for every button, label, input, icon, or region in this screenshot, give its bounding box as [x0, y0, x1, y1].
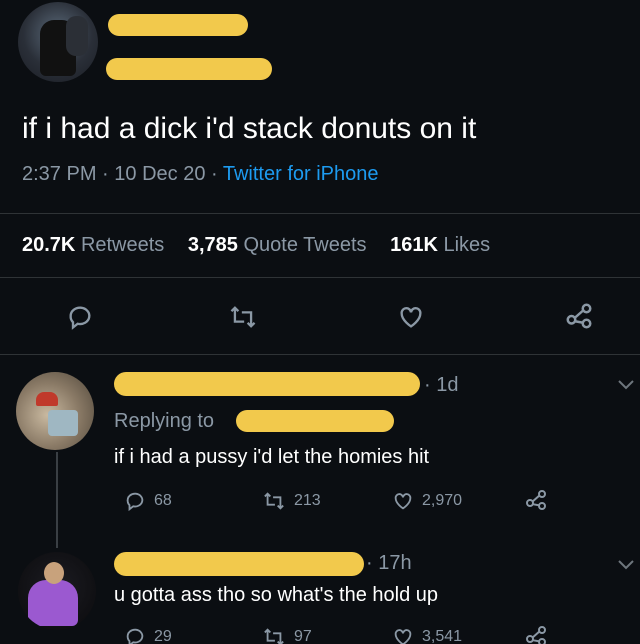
- reply-icon: [126, 492, 144, 512]
- tweet-time[interactable]: 2:37 PM: [22, 163, 96, 185]
- retweet-icon: [264, 492, 284, 510]
- tweet-text: if i had a dick i'd stack donuts on it: [22, 112, 477, 145]
- reply-icon: [69, 306, 91, 330]
- divider: [0, 213, 640, 214]
- retweet-icon: [264, 628, 284, 644]
- reply-button[interactable]: [66, 303, 94, 331]
- reply-avatar[interactable]: [16, 372, 94, 450]
- chevron-down-icon[interactable]: [616, 558, 636, 572]
- divider: [0, 354, 640, 355]
- reply-share-button[interactable]: [524, 624, 548, 644]
- tweet-date[interactable]: 10 Dec 20: [114, 163, 205, 185]
- share-icon: [526, 490, 546, 510]
- like-icon: [400, 307, 422, 328]
- tweet-stats: 20.7K Retweets 3,785 Quote Tweets 161K L…: [22, 234, 490, 257]
- quotes-label: Quote Tweets: [243, 234, 367, 256]
- likes-count: 161K: [390, 234, 438, 256]
- divider: [0, 277, 640, 278]
- reply-avatar[interactable]: [18, 552, 96, 630]
- avatar-figure-2: [66, 16, 88, 56]
- author-avatar[interactable]: [18, 2, 98, 82]
- redacted-replying-handle: [236, 410, 394, 432]
- reply-share-button[interactable]: [524, 488, 548, 512]
- reply-text: if i had a pussy i'd let the homies hit: [114, 446, 430, 468]
- likes-label: Likes: [443, 234, 491, 256]
- retweet-button[interactable]: [228, 303, 258, 331]
- retweet-icon: [230, 306, 256, 328]
- tweet-meta: 2:37 PM · 10 Dec 20 · Twitter for iPhone: [22, 163, 378, 186]
- reply-retweet-button[interactable]: 97: [262, 626, 312, 644]
- retweet-count: 213: [294, 492, 321, 509]
- share-icon: [526, 626, 546, 644]
- redacted-reply-name: [114, 552, 364, 576]
- meta-separator: ·: [102, 163, 115, 185]
- reply-retweet-button[interactable]: 213: [262, 490, 321, 512]
- avatar-head: [44, 562, 64, 584]
- retweets-count: 20.7K: [22, 234, 76, 256]
- reply-text: u gotta ass tho so what's the hold up: [114, 584, 439, 606]
- retweets-label: Retweets: [80, 234, 165, 256]
- redacted-display-name: [108, 14, 248, 36]
- meta-separator: ·: [211, 163, 223, 185]
- retweets-stat[interactable]: 20.7K Retweets: [22, 234, 164, 256]
- replying-label: Replying to: [114, 410, 215, 432]
- replying-to: Replying to: [114, 410, 214, 433]
- quotes-count: 3,785: [187, 234, 238, 256]
- likes-stat[interactable]: 161K Likes: [390, 234, 490, 256]
- share-button[interactable]: [563, 301, 595, 331]
- redacted-username: [106, 58, 272, 80]
- quotes-stat[interactable]: 3,785 Quote Tweets: [188, 234, 367, 256]
- thread-line: [56, 452, 58, 548]
- avatar-detail: [48, 410, 78, 436]
- reply-like-button[interactable]: 3,541: [392, 626, 462, 644]
- chevron-down-icon[interactable]: [616, 378, 636, 392]
- avatar-hat: [36, 392, 58, 406]
- like-icon: [394, 493, 412, 510]
- retweet-count: 97: [294, 628, 312, 644]
- reply-count: 29: [154, 628, 172, 644]
- like-button[interactable]: [397, 303, 425, 331]
- reply-time[interactable]: · 1d: [424, 374, 458, 397]
- avatar-figure: [28, 580, 78, 626]
- reply-icon: [126, 628, 144, 644]
- reply-count: 68: [154, 492, 172, 509]
- reply-like-button[interactable]: 2,970: [392, 490, 462, 512]
- like-count: 3,541: [422, 628, 463, 644]
- reply-time[interactable]: · 17h: [366, 552, 412, 575]
- reply-reply-button[interactable]: 29: [124, 626, 172, 644]
- reply-reply-button[interactable]: 68: [124, 490, 172, 512]
- tweet-source[interactable]: Twitter for iPhone: [223, 163, 379, 185]
- redacted-reply-name: [114, 372, 420, 396]
- share-icon: [566, 303, 592, 329]
- like-icon: [394, 629, 412, 644]
- like-count: 2,970: [422, 492, 463, 509]
